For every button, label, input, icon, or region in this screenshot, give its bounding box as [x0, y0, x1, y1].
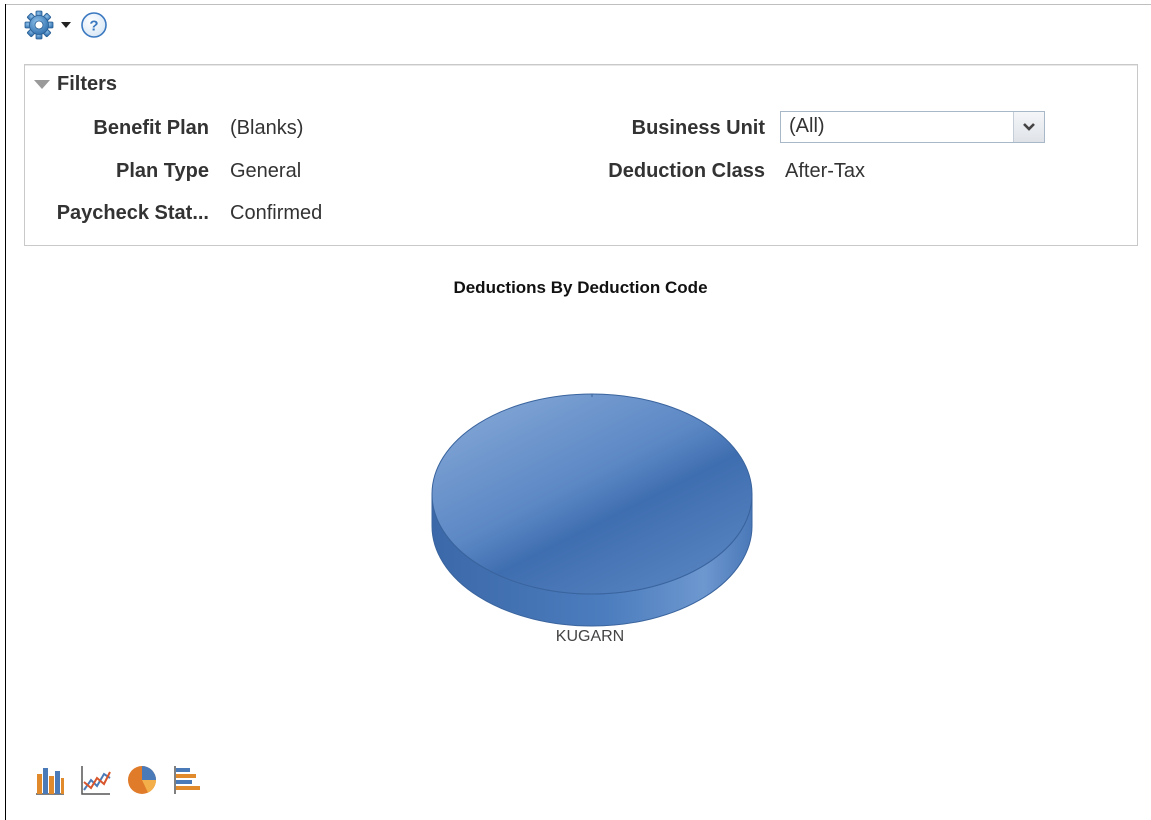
filters-toggle[interactable]: Filters [33, 73, 117, 96]
gear-icon[interactable] [24, 10, 54, 40]
dropdown-button[interactable] [1013, 112, 1044, 142]
deduction-class-value: After-Tax [785, 160, 866, 182]
business-unit-label: Business Unit [631, 117, 765, 139]
pie-slice-kugarn[interactable] [431, 393, 753, 595]
help-icon[interactable]: ? [80, 11, 108, 39]
horizontal-bar-chart-icon[interactable] [172, 764, 204, 796]
deduction-class-label: Deduction Class [608, 160, 765, 182]
benefit-plan-value: (Blanks) [230, 117, 304, 139]
svg-text:?: ? [89, 18, 98, 35]
pie-slice-label: KUGARN [555, 628, 625, 645]
frame-left-border [5, 4, 6, 820]
chevron-down-icon [1023, 123, 1035, 131]
filters-panel: Filters Benefit Plan (Blanks) Plan Type … [24, 64, 1138, 246]
paycheck-status-label: Paycheck Stat... [56, 202, 209, 224]
business-unit-select[interactable]: (All) [780, 111, 1045, 143]
chart-type-toolbar [34, 764, 218, 796]
bar-chart-icon[interactable] [34, 764, 66, 796]
business-unit-value: (All) [789, 115, 825, 137]
chart-title: Deductions By Deduction Code [453, 278, 708, 297]
plan-type-value: General [230, 160, 302, 182]
filters-title: Filters [57, 73, 118, 95]
pie-chart-icon[interactable] [126, 764, 158, 796]
toolbar: ? [24, 10, 108, 40]
plan-type-label: Plan Type [116, 160, 209, 182]
line-chart-icon[interactable] [80, 764, 112, 796]
collapse-triangle-icon [34, 79, 50, 89]
frame-top-border [5, 4, 1151, 5]
paycheck-status-value: Confirmed [230, 202, 323, 224]
pie-chart [431, 393, 753, 627]
benefit-plan-label: Benefit Plan [93, 117, 209, 139]
caret-down-icon[interactable] [60, 20, 72, 30]
